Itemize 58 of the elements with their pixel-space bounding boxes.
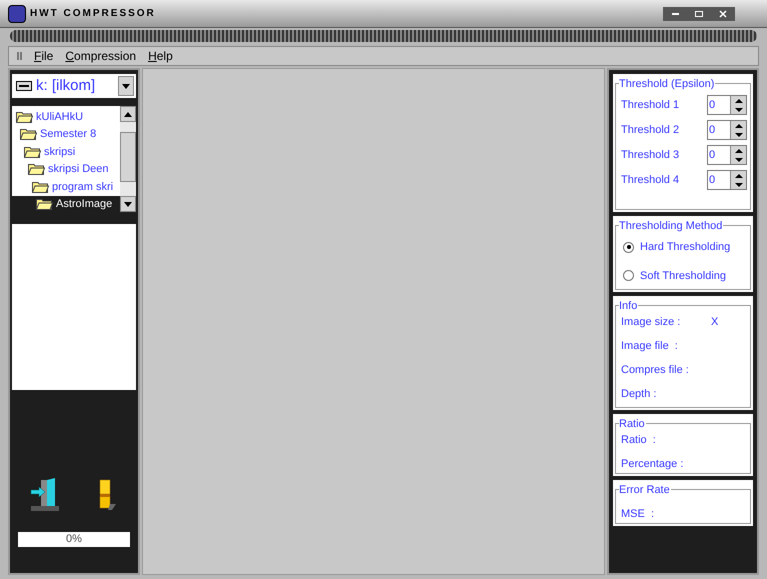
info-value: X <box>711 314 718 330</box>
threshold-spinner[interactable]: 0 <box>707 145 747 165</box>
group-title: Threshold (Epsilon) <box>619 78 716 90</box>
close-icon <box>719 10 727 18</box>
tree-item[interactable]: program skri <box>12 178 120 196</box>
tree-item[interactable]: skripsi Deen <box>12 160 120 178</box>
folder-icon <box>28 163 45 176</box>
info-label: Percentage : <box>621 456 684 472</box>
info-label: Depth : <box>621 386 658 402</box>
drive-dropdown[interactable]: k: [ilkom] <box>12 74 136 98</box>
group-title: Ratio <box>619 418 646 430</box>
threshold-spinner[interactable]: 0 <box>707 170 747 190</box>
drive-icon <box>16 81 32 91</box>
tree-item[interactable]: Semester 8 <box>12 126 120 143</box>
group-title: Info <box>619 300 638 312</box>
folder-icon <box>20 128 37 140</box>
spin-arrows-icon[interactable] <box>730 146 746 164</box>
app-icon <box>8 4 26 22</box>
tree-item[interactable]: AstroImage <box>12 196 120 212</box>
menu-item[interactable]: Help <box>148 47 173 65</box>
scrollbar[interactable] <box>120 106 136 212</box>
close-button[interactable] <box>711 6 735 20</box>
radio-button[interactable] <box>623 242 634 253</box>
info-label: Compres file : <box>621 362 690 378</box>
radio-option[interactable]: Soft Thresholding <box>623 268 747 284</box>
caret-icon <box>118 76 134 96</box>
window-title: HWT COMPRESSOR <box>30 7 156 21</box>
menu-item[interactable]: File <box>34 47 54 65</box>
group-title: Thresholding Method <box>619 220 724 232</box>
scroll-down-icon[interactable] <box>120 196 136 212</box>
info-label: Image size : <box>621 314 682 330</box>
scroll-up-icon[interactable] <box>120 106 136 122</box>
radio-option[interactable]: Hard Thresholding <box>623 239 747 256</box>
field-label: Threshold 1 <box>621 98 680 113</box>
radio-button[interactable] <box>623 270 634 282</box>
info-label: Image file : <box>621 338 679 354</box>
tree-item[interactable]: skripsi <box>12 143 120 160</box>
info-label: Ratio : <box>621 432 657 448</box>
drive-value: k: [ilkom] <box>36 76 96 96</box>
threshold-spinner[interactable]: 0 <box>707 120 747 140</box>
field-label: Threshold 4 <box>621 172 680 188</box>
menu-item[interactable]: Compression <box>65 47 136 65</box>
folder-icon <box>24 146 41 158</box>
field-label: Threshold 2 <box>621 122 680 138</box>
spin-arrows-icon[interactable] <box>730 121 746 139</box>
spin-arrows-icon[interactable] <box>730 171 746 189</box>
group-title: Error Rate <box>619 484 671 496</box>
grip-icon <box>17 52 22 60</box>
folder-icon <box>16 110 33 123</box>
minimize-button[interactable] <box>663 6 687 20</box>
info-label: MSE : <box>621 506 656 522</box>
folder-icon <box>36 198 53 210</box>
tree-item[interactable]: kUliAHkU <box>12 108 120 126</box>
scroll-thumb[interactable] <box>120 132 136 182</box>
field-label: Threshold 3 <box>621 148 680 163</box>
spin-arrows-icon[interactable] <box>730 96 746 114</box>
folder-icon <box>32 180 49 193</box>
threshold-spinner[interactable]: 0 <box>707 95 747 115</box>
